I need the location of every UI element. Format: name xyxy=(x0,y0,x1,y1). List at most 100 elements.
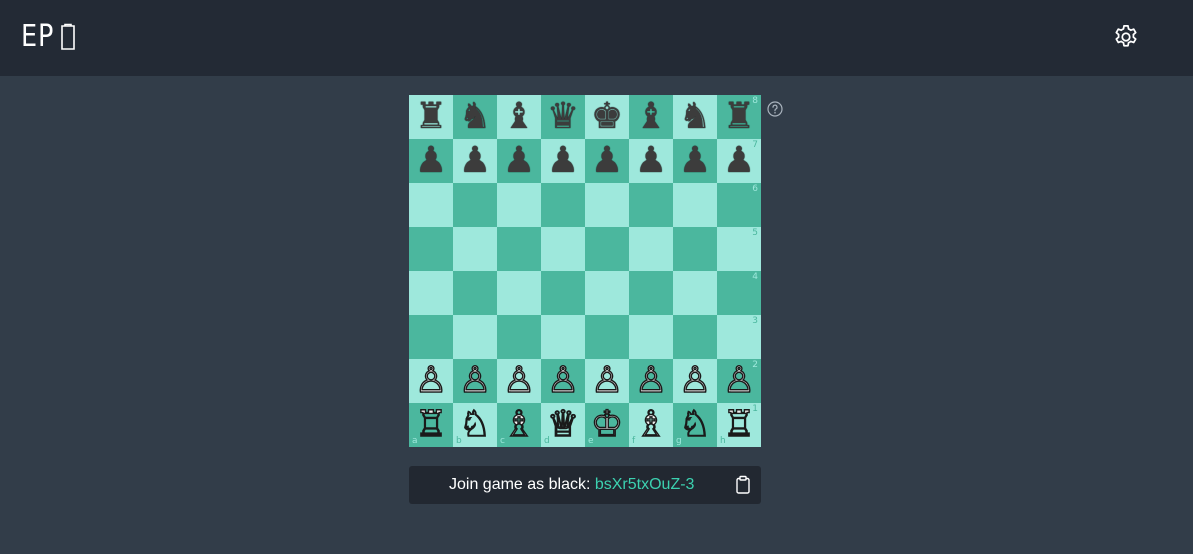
square-d7[interactable]: ♟ xyxy=(541,139,585,183)
rank-label: 2 xyxy=(752,360,758,370)
white-piece[interactable]: ♗ xyxy=(629,403,673,447)
black-piece[interactable]: ♞ xyxy=(453,95,497,139)
tablet-icon xyxy=(61,23,75,50)
square-a8[interactable]: ♜ xyxy=(409,95,453,139)
square-d1[interactable]: ♕ d xyxy=(541,403,585,447)
white-piece[interactable]: ♙ xyxy=(453,359,497,403)
square-a5[interactable] xyxy=(409,227,453,271)
square-c1[interactable]: ♗ c xyxy=(497,403,541,447)
square-f3[interactable] xyxy=(629,315,673,359)
square-h1[interactable]: ♖ 1 h xyxy=(717,403,761,447)
join-game-bar: Join game as black: bsXr5txOuZ-3 xyxy=(409,466,761,504)
square-f1[interactable]: ♗ f xyxy=(629,403,673,447)
file-label: d xyxy=(544,436,550,446)
square-b2[interactable]: ♙ xyxy=(453,359,497,403)
square-c2[interactable]: ♙ xyxy=(497,359,541,403)
square-f8[interactable]: ♝ xyxy=(629,95,673,139)
square-b4[interactable] xyxy=(453,271,497,315)
black-piece[interactable]: ♟ xyxy=(673,139,717,183)
square-e1[interactable]: ♔ e xyxy=(585,403,629,447)
square-a2[interactable]: ♙ xyxy=(409,359,453,403)
white-piece[interactable]: ♙ xyxy=(409,359,453,403)
black-piece[interactable]: ♟ xyxy=(453,139,497,183)
square-b3[interactable] xyxy=(453,315,497,359)
square-d2[interactable]: ♙ xyxy=(541,359,585,403)
square-g6[interactable] xyxy=(673,183,717,227)
square-b7[interactable]: ♟ xyxy=(453,139,497,183)
square-e7[interactable]: ♟ xyxy=(585,139,629,183)
square-g8[interactable]: ♞ xyxy=(673,95,717,139)
square-f6[interactable] xyxy=(629,183,673,227)
square-a3[interactable] xyxy=(409,315,453,359)
square-e2[interactable]: ♙ xyxy=(585,359,629,403)
square-b1[interactable]: ♘ b xyxy=(453,403,497,447)
square-g2[interactable]: ♙ xyxy=(673,359,717,403)
gear-icon[interactable] xyxy=(1112,23,1140,51)
square-d6[interactable] xyxy=(541,183,585,227)
black-piece[interactable]: ♟ xyxy=(541,139,585,183)
square-h3[interactable]: 3 xyxy=(717,315,761,359)
square-a1[interactable]: ♖ a xyxy=(409,403,453,447)
square-c7[interactable]: ♟ xyxy=(497,139,541,183)
square-h6[interactable]: 6 xyxy=(717,183,761,227)
square-g4[interactable] xyxy=(673,271,717,315)
square-d3[interactable] xyxy=(541,315,585,359)
black-piece[interactable]: ♚ xyxy=(585,95,629,139)
game-code[interactable]: bsXr5txOuZ-3 xyxy=(595,476,695,493)
white-piece[interactable]: ♙ xyxy=(541,359,585,403)
black-piece[interactable]: ♛ xyxy=(541,95,585,139)
file-label: b xyxy=(456,436,462,446)
white-piece[interactable]: ♙ xyxy=(585,359,629,403)
black-piece[interactable]: ♟ xyxy=(585,139,629,183)
square-f2[interactable]: ♙ xyxy=(629,359,673,403)
black-piece[interactable]: ♝ xyxy=(497,95,541,139)
square-c6[interactable] xyxy=(497,183,541,227)
square-c8[interactable]: ♝ xyxy=(497,95,541,139)
square-e3[interactable] xyxy=(585,315,629,359)
chess-board: ♜ ♞ ♝ ♛ ♚ ♝ ♞ ♜ 8 ♟ ♟ ♟ ♟ ♟ ♟ ♟ ♟ 7 6 5 4 3 ♙ ♙ ♙ ♙ ♙ ♙ ♙ ♙ 2 ♖ a ♘ b ♗ c ♕ d ♔… xyxy=(409,95,761,447)
join-game-text: Join game as black: bsXr5txOuZ-3 xyxy=(449,466,694,504)
square-a7[interactable]: ♟ xyxy=(409,139,453,183)
white-piece[interactable]: ♙ xyxy=(497,359,541,403)
white-piece[interactable]: ♙ xyxy=(673,359,717,403)
square-a6[interactable] xyxy=(409,183,453,227)
square-d8[interactable]: ♛ xyxy=(541,95,585,139)
square-e5[interactable] xyxy=(585,227,629,271)
square-d5[interactable] xyxy=(541,227,585,271)
square-f4[interactable] xyxy=(629,271,673,315)
square-c3[interactable] xyxy=(497,315,541,359)
square-b8[interactable]: ♞ xyxy=(453,95,497,139)
logo-text: EP xyxy=(21,19,55,54)
clipboard-icon[interactable] xyxy=(734,475,752,495)
rank-label: 5 xyxy=(752,228,758,238)
square-b5[interactable] xyxy=(453,227,497,271)
black-piece[interactable]: ♟ xyxy=(629,139,673,183)
square-h4[interactable]: 4 xyxy=(717,271,761,315)
square-c5[interactable] xyxy=(497,227,541,271)
square-h7[interactable]: ♟ 7 xyxy=(717,139,761,183)
square-e6[interactable] xyxy=(585,183,629,227)
square-f7[interactable]: ♟ xyxy=(629,139,673,183)
square-d4[interactable] xyxy=(541,271,585,315)
square-e8[interactable]: ♚ xyxy=(585,95,629,139)
square-f5[interactable] xyxy=(629,227,673,271)
logo[interactable]: EP xyxy=(21,20,76,54)
question-circle-icon[interactable] xyxy=(767,101,783,117)
square-g5[interactable] xyxy=(673,227,717,271)
black-piece[interactable]: ♝ xyxy=(629,95,673,139)
square-g7[interactable]: ♟ xyxy=(673,139,717,183)
square-h2[interactable]: ♙ 2 xyxy=(717,359,761,403)
black-piece[interactable]: ♜ xyxy=(409,95,453,139)
square-b6[interactable] xyxy=(453,183,497,227)
square-g3[interactable] xyxy=(673,315,717,359)
square-g1[interactable]: ♘ g xyxy=(673,403,717,447)
white-piece[interactable]: ♙ xyxy=(629,359,673,403)
black-piece[interactable]: ♟ xyxy=(409,139,453,183)
square-c4[interactable] xyxy=(497,271,541,315)
square-a4[interactable] xyxy=(409,271,453,315)
square-h5[interactable]: 5 xyxy=(717,227,761,271)
black-piece[interactable]: ♞ xyxy=(673,95,717,139)
square-e4[interactable] xyxy=(585,271,629,315)
square-h8[interactable]: ♜ 8 xyxy=(717,95,761,139)
black-piece[interactable]: ♟ xyxy=(497,139,541,183)
